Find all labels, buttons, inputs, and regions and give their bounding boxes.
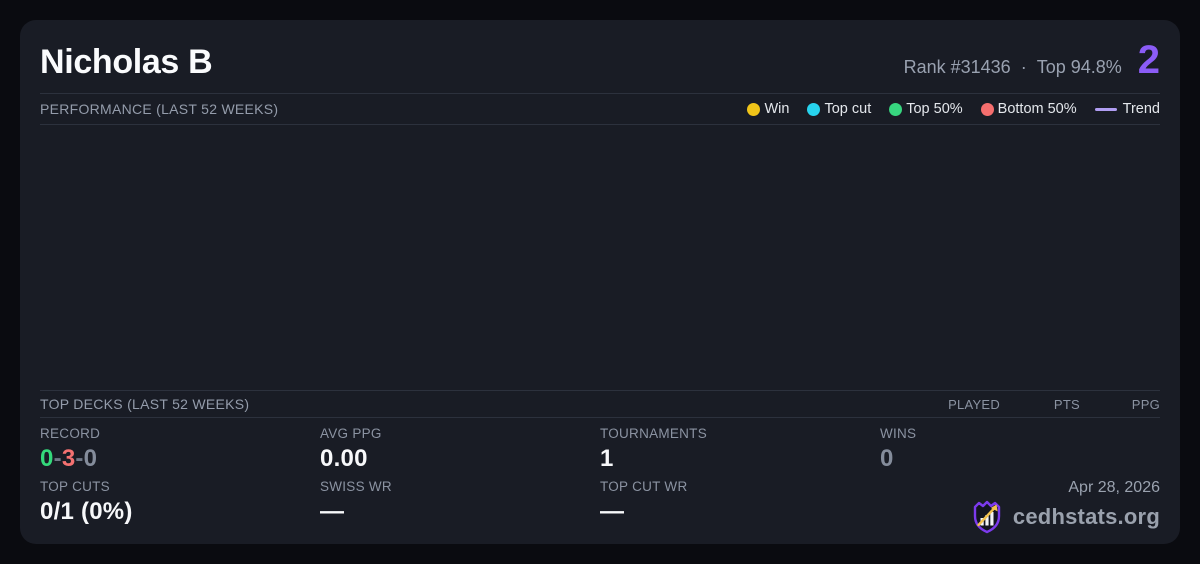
legend-label: Trend: [1123, 101, 1160, 117]
record-wins: 0: [40, 445, 54, 472]
legend-label: Win: [764, 101, 789, 117]
top-cut-dot-icon: [807, 103, 820, 116]
stat-label: RECORD: [40, 426, 320, 441]
legend-label: Top cut: [824, 101, 871, 117]
brand-row: cedhstats.org: [969, 499, 1160, 535]
player-stats-card: Nicholas B Rank #31436 · Top 94.8% 2 PERFO…: [20, 20, 1180, 544]
record-draws: 0: [84, 445, 98, 472]
top-decks-header: TOP DECKS (LAST 52 WEEKS) PLAYED PTS PPG: [40, 391, 1160, 417]
page-title: Nicholas B: [40, 43, 212, 82]
chart-legend: Win Top cut Top 50% Bottom 50% Trend: [747, 101, 1160, 117]
stat-avg-ppg: AVG PPG 0.00: [320, 426, 600, 473]
top-decks-columns: PLAYED PTS PPG: [920, 397, 1160, 412]
record-value: 0-3-0: [40, 445, 320, 473]
swiss-wr-value: —: [320, 498, 600, 526]
legend-item-top-50: Top 50%: [889, 101, 962, 117]
top-cuts-value: 0/1 (0%): [40, 498, 320, 526]
rank-summary: Rank #31436 · Top 94.8% 2: [904, 38, 1160, 83]
stat-label: SWISS WR: [320, 479, 600, 494]
stat-label: WINS: [880, 426, 1160, 441]
stat-label: AVG PPG: [320, 426, 600, 441]
rank-separator: ·: [1021, 57, 1027, 77]
column-header-played: PLAYED: [920, 397, 1000, 412]
win-dot-icon: [747, 103, 760, 116]
stat-record: RECORD 0-3-0: [40, 426, 320, 473]
stat-top-cuts: TOP CUTS 0/1 (0%): [40, 479, 320, 535]
avg-ppg-value: 0.00: [320, 445, 600, 473]
cedhstats-logo-icon: [969, 499, 1005, 535]
legend-item-top-cut: Top cut: [807, 101, 871, 117]
top-cut-wr-value: —: [600, 498, 880, 526]
export-date: Apr 28, 2026: [1068, 479, 1160, 497]
stats-grid: RECORD 0-3-0 AVG PPG 0.00 TOURNAMENTS 1 …: [40, 418, 1160, 530]
top-50-dot-icon: [889, 103, 902, 116]
score-value: 2: [1138, 38, 1160, 83]
top-percent-value: Top 94.8%: [1037, 57, 1122, 77]
top-decks-section-label: TOP DECKS (LAST 52 WEEKS): [40, 396, 249, 412]
stat-swiss-wr: SWISS WR —: [320, 479, 600, 535]
trend-line-icon: [1095, 108, 1117, 111]
bottom-50-dot-icon: [981, 103, 994, 116]
stat-label: TOURNAMENTS: [600, 426, 880, 441]
stat-top-cut-wr: TOP CUT WR —: [600, 479, 880, 535]
performance-chart: [40, 125, 1160, 390]
performance-section-label: PERFORMANCE (LAST 52 WEEKS): [40, 101, 278, 117]
wins-value: 0: [880, 445, 1160, 473]
column-header-pts: PTS: [1000, 397, 1080, 412]
legend-item-bottom-50: Bottom 50%: [981, 101, 1077, 117]
stat-tournaments: TOURNAMENTS 1: [600, 426, 880, 473]
stat-label: TOP CUT WR: [600, 479, 880, 494]
record-separator: -: [75, 445, 83, 472]
column-header-ppg: PPG: [1080, 397, 1160, 412]
record-losses: 3: [62, 445, 76, 472]
rank-text: Rank #31436 · Top 94.8%: [904, 57, 1122, 78]
legend-item-win: Win: [747, 101, 789, 117]
record-separator: -: [54, 445, 62, 472]
card-header: Nicholas B Rank #31436 · Top 94.8% 2: [40, 38, 1160, 93]
legend-label: Top 50%: [906, 101, 962, 117]
stat-label: TOP CUTS: [40, 479, 320, 494]
tournaments-value: 1: [600, 445, 880, 473]
legend-item-trend: Trend: [1095, 101, 1160, 117]
brand-name: cedhstats.org: [1013, 504, 1160, 530]
footer-branding: Apr 28, 2026 cedhstats.org: [880, 479, 1160, 535]
stat-wins: WINS 0: [880, 426, 1160, 473]
legend-label: Bottom 50%: [998, 101, 1077, 117]
rank-value: Rank #31436: [904, 57, 1011, 77]
performance-header: PERFORMANCE (LAST 52 WEEKS) Win Top cut …: [40, 94, 1160, 124]
